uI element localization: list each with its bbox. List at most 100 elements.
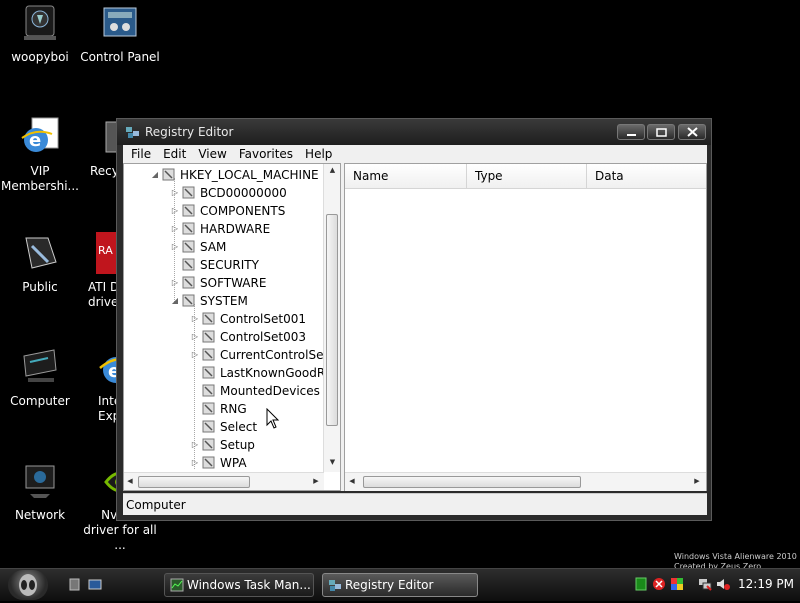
registry-key-icon (202, 330, 215, 343)
tree-node-label: HARDWARE (200, 222, 271, 236)
close-icon (687, 127, 698, 137)
clock[interactable]: 12:19 PM (738, 577, 794, 591)
alienware-logo-icon (19, 574, 37, 596)
scroll-right-arrow-icon[interactable]: ▶ (310, 477, 322, 485)
tree-node-select[interactable]: Select (190, 418, 257, 436)
menu-favorites[interactable]: Favorites (233, 147, 299, 161)
tree-node-rng[interactable]: RNG (190, 400, 247, 418)
registry-key-icon (202, 438, 215, 451)
tree-node-lastknowngood[interactable]: LastKnownGoodR (190, 364, 325, 382)
scroll-left-arrow-icon[interactable]: ◀ (345, 477, 359, 485)
tree-node-mounteddevices[interactable]: MountedDevices (190, 382, 320, 400)
start-button[interactable] (8, 570, 48, 600)
menu-help[interactable]: Help (299, 147, 338, 161)
title-bar[interactable]: Registry Editor (117, 119, 711, 145)
tray-volume-muted-icon[interactable] (716, 577, 730, 591)
tree-node-label: SYSTEM (200, 294, 248, 308)
registry-key-icon (182, 204, 195, 217)
registry-key-icon (202, 348, 215, 361)
registry-key-icon (182, 240, 195, 253)
tree-node-bcd[interactable]: ▷ BCD00000000 (170, 184, 287, 202)
desktop-icon-label: Network (14, 508, 66, 522)
scroll-thumb[interactable] (138, 476, 250, 488)
desktop-icon-network[interactable]: Network (0, 460, 80, 523)
desktop-icon-public[interactable]: Public (0, 232, 80, 295)
expand-arrow-icon[interactable]: ▷ (170, 184, 180, 202)
registry-key-icon (182, 186, 195, 199)
expand-arrow-icon[interactable]: ▷ (190, 346, 200, 364)
tree-horizontal-scrollbar[interactable]: ◀ ▶ (124, 472, 324, 490)
tree-node-label: RNG (220, 402, 247, 416)
expand-arrow-icon[interactable]: ▷ (190, 310, 200, 328)
tree-node-wpa[interactable]: ▷ WPA (190, 454, 247, 472)
tray-network-icon[interactable] (698, 577, 712, 591)
menu-edit[interactable]: Edit (157, 147, 192, 161)
tree-node-security[interactable]: SECURITY (170, 256, 259, 274)
tree-node-components[interactable]: ▷ COMPONENTS (170, 202, 285, 220)
expand-arrow-icon[interactable]: ▷ (170, 202, 180, 220)
maximize-button[interactable] (647, 124, 675, 140)
tray-green-status-icon[interactable] (634, 577, 648, 591)
tree-node-hklm[interactable]: ◢ HKEY_LOCAL_MACHINE (150, 166, 319, 184)
collapse-arrow-icon[interactable]: ◢ (150, 166, 160, 184)
scroll-right-arrow-icon[interactable]: ▶ (690, 477, 704, 485)
values-list[interactable]: Name Type Data ◀ ▶ (344, 163, 707, 491)
desktop-icon-control-panel[interactable]: Control Panel (80, 2, 160, 65)
registry-key-icon (202, 384, 215, 397)
show-desktop-icon[interactable] (68, 577, 82, 591)
close-button[interactable] (678, 124, 706, 140)
expand-arrow-icon[interactable]: ▷ (170, 220, 180, 238)
registry-tree[interactable]: ◢ HKEY_LOCAL_MACHINE ▷ BCD00000000 ▷ COMPON… (123, 163, 341, 491)
tree-node-system[interactable]: ◢ SYSTEM (170, 292, 248, 310)
desktop-icon-computer[interactable]: Computer (0, 346, 80, 409)
tree-node-label: SOFTWARE (200, 276, 267, 290)
column-header-name[interactable]: Name (345, 164, 467, 188)
tree-node-controlset001[interactable]: ▷ ControlSet001 (190, 310, 306, 328)
tree-node-hardware[interactable]: ▷ HARDWARE (170, 220, 270, 238)
tree-node-controlset003[interactable]: ▷ ControlSet003 (190, 328, 306, 346)
menu-file[interactable]: File (123, 147, 157, 161)
registry-key-icon (202, 366, 215, 379)
tree-node-label: ControlSet003 (220, 330, 306, 344)
scroll-up-arrow-icon[interactable]: ▲ (324, 166, 340, 174)
client-area: ◢ HKEY_LOCAL_MACHINE ▷ BCD00000000 ▷ COMPON… (123, 163, 707, 491)
tree-node-label: ControlSet001 (220, 312, 306, 326)
column-header-type[interactable]: Type (467, 164, 587, 188)
tree-node-label: SECURITY (200, 258, 259, 272)
scroll-down-arrow-icon[interactable]: ▼ (324, 458, 340, 466)
expand-arrow-icon[interactable]: ▷ (170, 274, 180, 292)
expand-arrow-icon[interactable]: ▷ (190, 436, 200, 454)
tree-vertical-scrollbar[interactable]: ▲ ▼ (323, 164, 340, 472)
registry-key-icon (182, 222, 195, 235)
expand-arrow-icon[interactable]: ▷ (170, 238, 180, 256)
tray-security-center-icon[interactable] (670, 577, 684, 591)
column-header-data[interactable]: Data (587, 164, 706, 188)
tree-node-software[interactable]: ▷ SOFTWARE (170, 274, 267, 292)
taskbar-button-registry-editor[interactable]: Registry Editor (322, 573, 478, 597)
taskbar-button-task-manager[interactable]: Windows Task Man... (164, 573, 314, 597)
list-horizontal-scrollbar[interactable]: ◀ ▶ (345, 472, 706, 491)
tree-node-currentcontrolset[interactable]: ▷ CurrentControlSet (190, 346, 328, 364)
internet-explorer-icon: e (21, 117, 59, 152)
minimize-icon (627, 134, 636, 136)
switch-windows-icon[interactable] (88, 577, 102, 591)
tree-node-setup[interactable]: ▷ Setup (190, 436, 255, 454)
control-panel-icon (103, 7, 137, 37)
minimize-button[interactable] (617, 124, 645, 140)
registry-editor-window[interactable]: Registry Editor File Edit View Favorites… (116, 118, 712, 521)
desktop-icon-user[interactable]: woopyboi (0, 2, 80, 65)
registry-key-icon (182, 276, 195, 289)
desktop-icon-vip[interactable]: e VIP Membershi... (0, 116, 80, 194)
tree-node-sam[interactable]: ▷ SAM (170, 238, 226, 256)
menu-view[interactable]: View (192, 147, 232, 161)
watermark-line: Windows Vista Alienware 2010 (674, 552, 797, 561)
expand-arrow-icon[interactable]: ▷ (190, 454, 200, 472)
expand-arrow-icon[interactable]: ▷ (190, 328, 200, 346)
taskbar-button-label: Windows Task Man... (187, 578, 311, 592)
network-icon (25, 465, 55, 498)
collapse-arrow-icon[interactable]: ◢ (170, 292, 180, 310)
scroll-thumb[interactable] (363, 476, 581, 488)
scroll-thumb[interactable] (326, 214, 338, 426)
scroll-left-arrow-icon[interactable]: ◀ (124, 477, 136, 485)
tray-error-icon[interactable] (652, 577, 666, 591)
